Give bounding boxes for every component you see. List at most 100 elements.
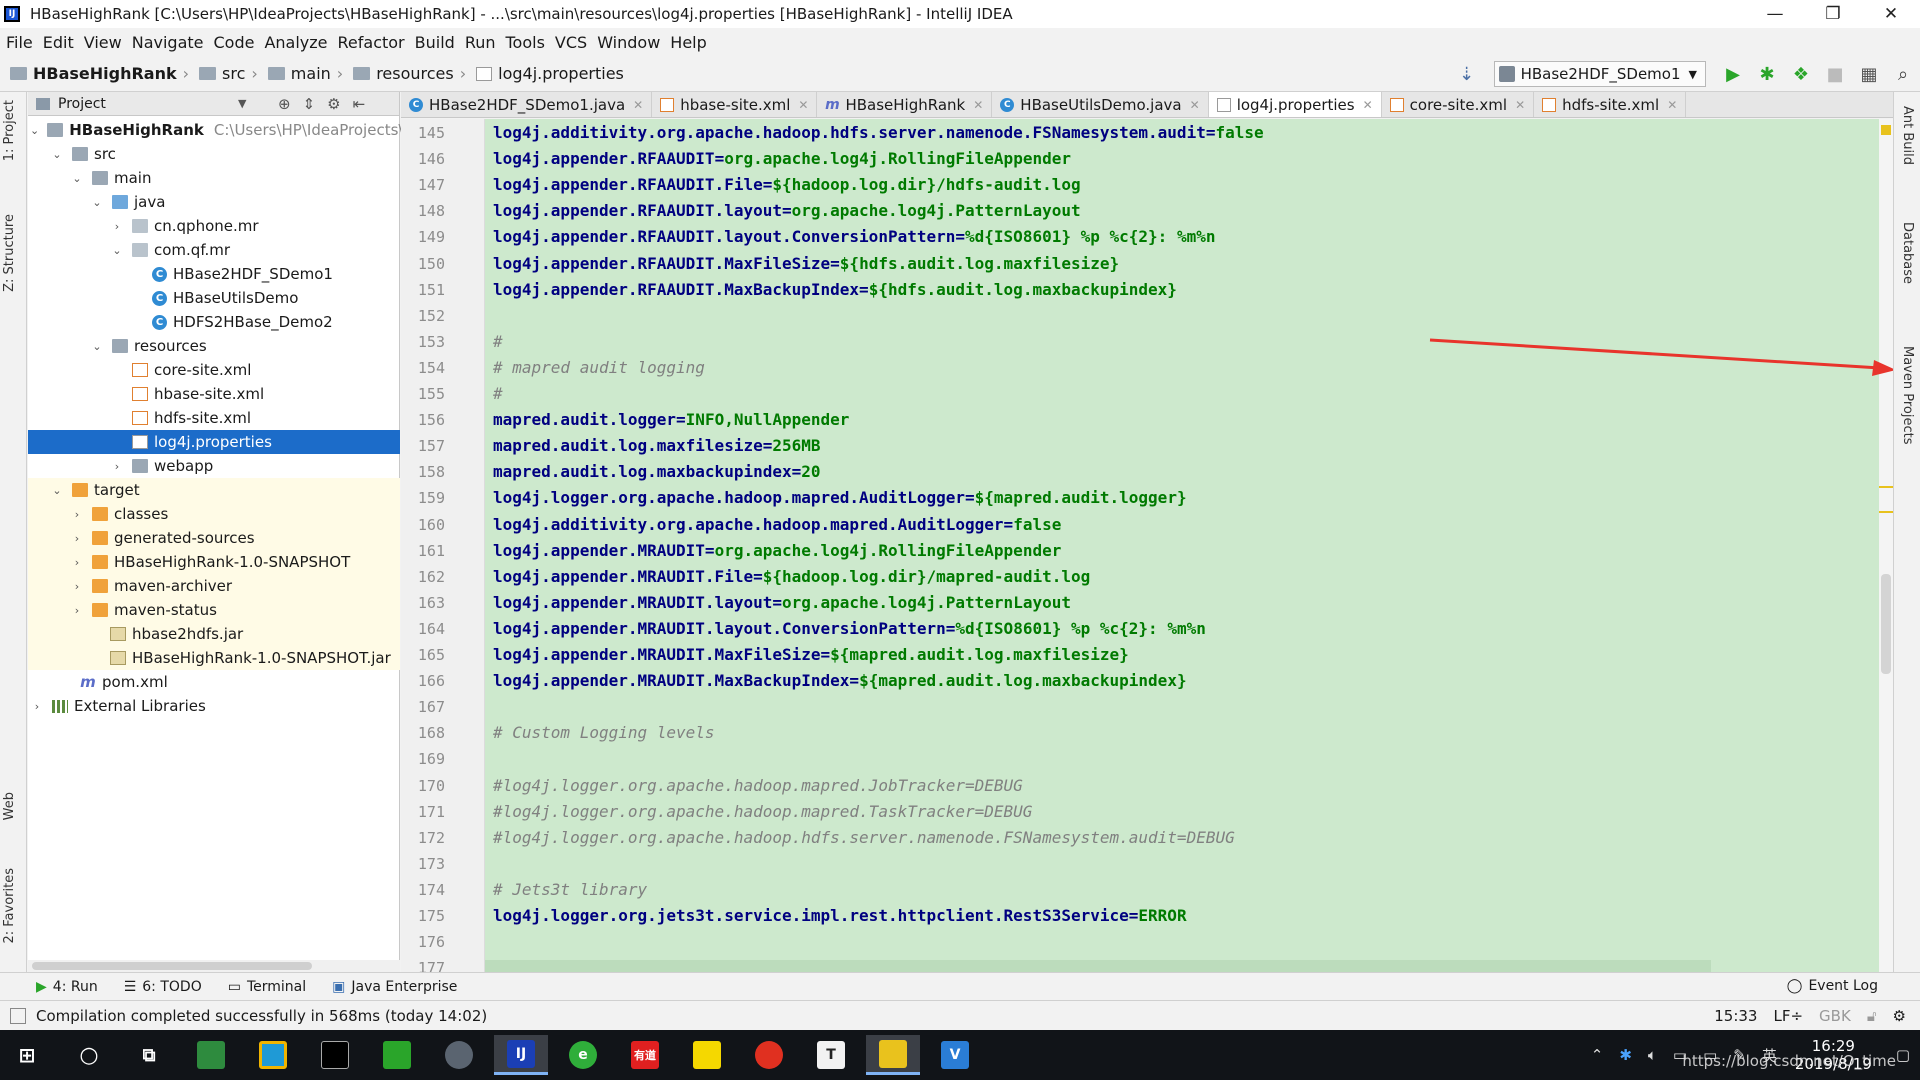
chevron-right-icon[interactable]: › (70, 604, 84, 617)
chevron-right-icon[interactable]: › (70, 556, 84, 569)
chevron-right-icon[interactable]: › (70, 580, 84, 593)
minimize-button[interactable]: — (1746, 0, 1804, 28)
error-stripe-mark[interactable] (1879, 486, 1893, 488)
tool-tab-structure[interactable]: Z: Structure (2, 214, 17, 292)
tree-item-pom[interactable]: m pom.xml (28, 670, 400, 694)
menu-build[interactable]: Build (415, 33, 455, 52)
tree-item-target[interactable]: ⌄ target (28, 478, 400, 502)
tool-tab-favorites[interactable]: 2: Favorites (2, 868, 17, 944)
taskbar-app-swirl[interactable] (742, 1035, 796, 1075)
scrollbar-thumb[interactable] (1881, 574, 1891, 674)
menu-code[interactable]: Code (214, 33, 255, 52)
taskbar-app-notes[interactable] (246, 1035, 300, 1075)
build-project-icon[interactable]: ⇣ (1450, 59, 1484, 89)
tab-hbaseutilsdemo[interactable]: C HBaseUtilsDemo.java ✕ (992, 92, 1209, 117)
tab-hdfs-site-xml[interactable]: hdfs-site.xml ✕ (1534, 92, 1687, 117)
tree-item-src[interactable]: ⌄ src (28, 142, 400, 166)
breadcrumb-resources[interactable]: resources › (353, 64, 472, 83)
locate-icon[interactable]: ⊕ (278, 95, 291, 113)
coverage-icon[interactable]: ❖ (1784, 59, 1818, 89)
caret-position[interactable]: 15:33 (1714, 1007, 1757, 1025)
menu-edit[interactable]: Edit (43, 33, 74, 52)
taskbar-app-terminal[interactable] (308, 1035, 362, 1075)
chevron-down-icon[interactable]: ⌄ (90, 340, 104, 353)
menu-view[interactable]: View (84, 33, 122, 52)
chevron-right-icon[interactable]: › (110, 460, 124, 473)
close-button[interactable]: ✕ (1862, 0, 1920, 28)
breadcrumb-src[interactable]: src › (199, 64, 264, 83)
taskbar-app-youdao[interactable]: 有道 (618, 1035, 672, 1075)
close-icon[interactable]: ✕ (973, 98, 983, 112)
close-icon[interactable]: ✕ (1667, 98, 1677, 112)
menu-analyze[interactable]: Analyze (264, 33, 327, 52)
chevron-up-icon[interactable]: ⌃ (1591, 1046, 1604, 1064)
warning-indicator-icon[interactable] (1881, 125, 1891, 135)
tree-item-package[interactable]: ⌄ com.qf.mr (28, 238, 400, 262)
menu-run[interactable]: Run (465, 33, 496, 52)
chevron-right-icon[interactable]: › (110, 220, 124, 233)
file-encoding[interactable]: GBK (1819, 1007, 1851, 1025)
chevron-down-icon[interactable]: ⌄ (50, 484, 64, 497)
chevron-down-icon[interactable]: ▼ (238, 97, 246, 110)
tab-hbase2hdf-sdemo1[interactable]: C HBase2HDF_SDemo1.java ✕ (401, 92, 653, 117)
chevron-right-icon[interactable]: › (30, 700, 44, 713)
taskbar-app-intellij[interactable]: IJ (494, 1035, 548, 1075)
lock-icon[interactable]: 🔓︎ (1867, 1007, 1877, 1025)
tool-button-run[interactable]: ▶ 4: Run (36, 979, 98, 995)
taskbar-app-spreadsheet[interactable] (184, 1035, 238, 1075)
taskbar-app-sticky[interactable] (680, 1035, 734, 1075)
chevron-right-icon[interactable]: › (70, 532, 84, 545)
tool-tab-database[interactable]: Database (1900, 222, 1915, 284)
menu-vcs[interactable]: VCS (555, 33, 587, 52)
tool-button-java-enterprise[interactable]: ▣ Java Enterprise (332, 979, 457, 995)
taskbar-app-manager[interactable] (866, 1035, 920, 1075)
tree-item-file[interactable]: hdfs-site.xml (28, 406, 400, 430)
stop-icon[interactable]: ■ (1818, 59, 1852, 89)
scrollbar-thumb[interactable] (32, 962, 312, 970)
tab-hbasehighrank-pom[interactable]: m HBaseHighRank ✕ (817, 92, 993, 117)
editor-vertical-scrollbar[interactable] (1879, 119, 1893, 972)
close-icon[interactable]: ✕ (1515, 98, 1525, 112)
tree-item-webapp[interactable]: › webapp (28, 454, 400, 478)
tool-tab-ant-build[interactable]: Ant Build (1900, 106, 1915, 165)
menu-help[interactable]: Help (670, 33, 706, 52)
tool-tab-project[interactable]: 1: Project (2, 100, 17, 161)
hide-icon[interactable]: ⇤ (353, 95, 366, 113)
tab-log4j-properties[interactable]: log4j.properties ✕ (1208, 92, 1382, 117)
chevron-down-icon[interactable]: ⌄ (70, 172, 84, 185)
project-structure-icon[interactable]: ▦ (1852, 59, 1886, 89)
notification-icon[interactable]: ▢ (1896, 1046, 1910, 1064)
tree-item-class[interactable]: C HDFS2HBase_Demo2 (28, 310, 400, 334)
taskbar-app-wechat[interactable] (370, 1035, 424, 1075)
task-view-button[interactable]: ⧉ (122, 1035, 176, 1075)
chevron-right-icon[interactable]: › (70, 508, 84, 521)
menu-tools[interactable]: Tools (506, 33, 545, 52)
tree-item-file[interactable]: hbase-site.xml (28, 382, 400, 406)
menu-file[interactable]: File (6, 33, 33, 52)
tree-item-resources[interactable]: ⌄ resources (28, 334, 400, 358)
tool-tab-web[interactable]: Web (2, 792, 17, 820)
tool-tab-maven-projects[interactable]: Maven Projects (1900, 346, 1915, 445)
error-stripe-mark[interactable] (1879, 511, 1893, 513)
chevron-down-icon[interactable]: ⌄ (110, 244, 124, 257)
tree-item-java[interactable]: ⌄ java (28, 190, 400, 214)
tree-item-file[interactable]: core-site.xml (28, 358, 400, 382)
tree-item-file-selected[interactable]: log4j.properties (28, 430, 400, 454)
search-icon[interactable]: ⌕ (1886, 59, 1920, 89)
tool-button-todo[interactable]: ☰ 6: TODO (124, 979, 202, 995)
close-icon[interactable]: ✕ (798, 98, 808, 112)
bluetooth-icon[interactable]: ✱ (1619, 1046, 1632, 1064)
tool-windows-toggle-icon[interactable] (10, 1007, 26, 1024)
project-horizontal-scrollbar[interactable] (28, 960, 400, 972)
tree-item-target-child[interactable]: › maven-archiver (28, 574, 400, 598)
tree-item-project-root[interactable]: ⌄ HBaseHighRank C:\Users\HP\IdeaProjects\ (28, 118, 403, 142)
close-icon[interactable]: ✕ (633, 98, 643, 112)
tree-item-main[interactable]: ⌄ main (28, 166, 400, 190)
taskbar-app-bird[interactable] (432, 1035, 486, 1075)
search-button[interactable]: ○ (62, 1035, 116, 1075)
debug-icon[interactable]: ✱ (1750, 59, 1784, 89)
start-button[interactable]: ⊞ (0, 1035, 54, 1075)
run-icon[interactable]: ▶ (1716, 59, 1750, 89)
tree-item-target-child[interactable]: › classes (28, 502, 400, 526)
tree-item-external-libraries[interactable]: › External Libraries (28, 694, 400, 718)
